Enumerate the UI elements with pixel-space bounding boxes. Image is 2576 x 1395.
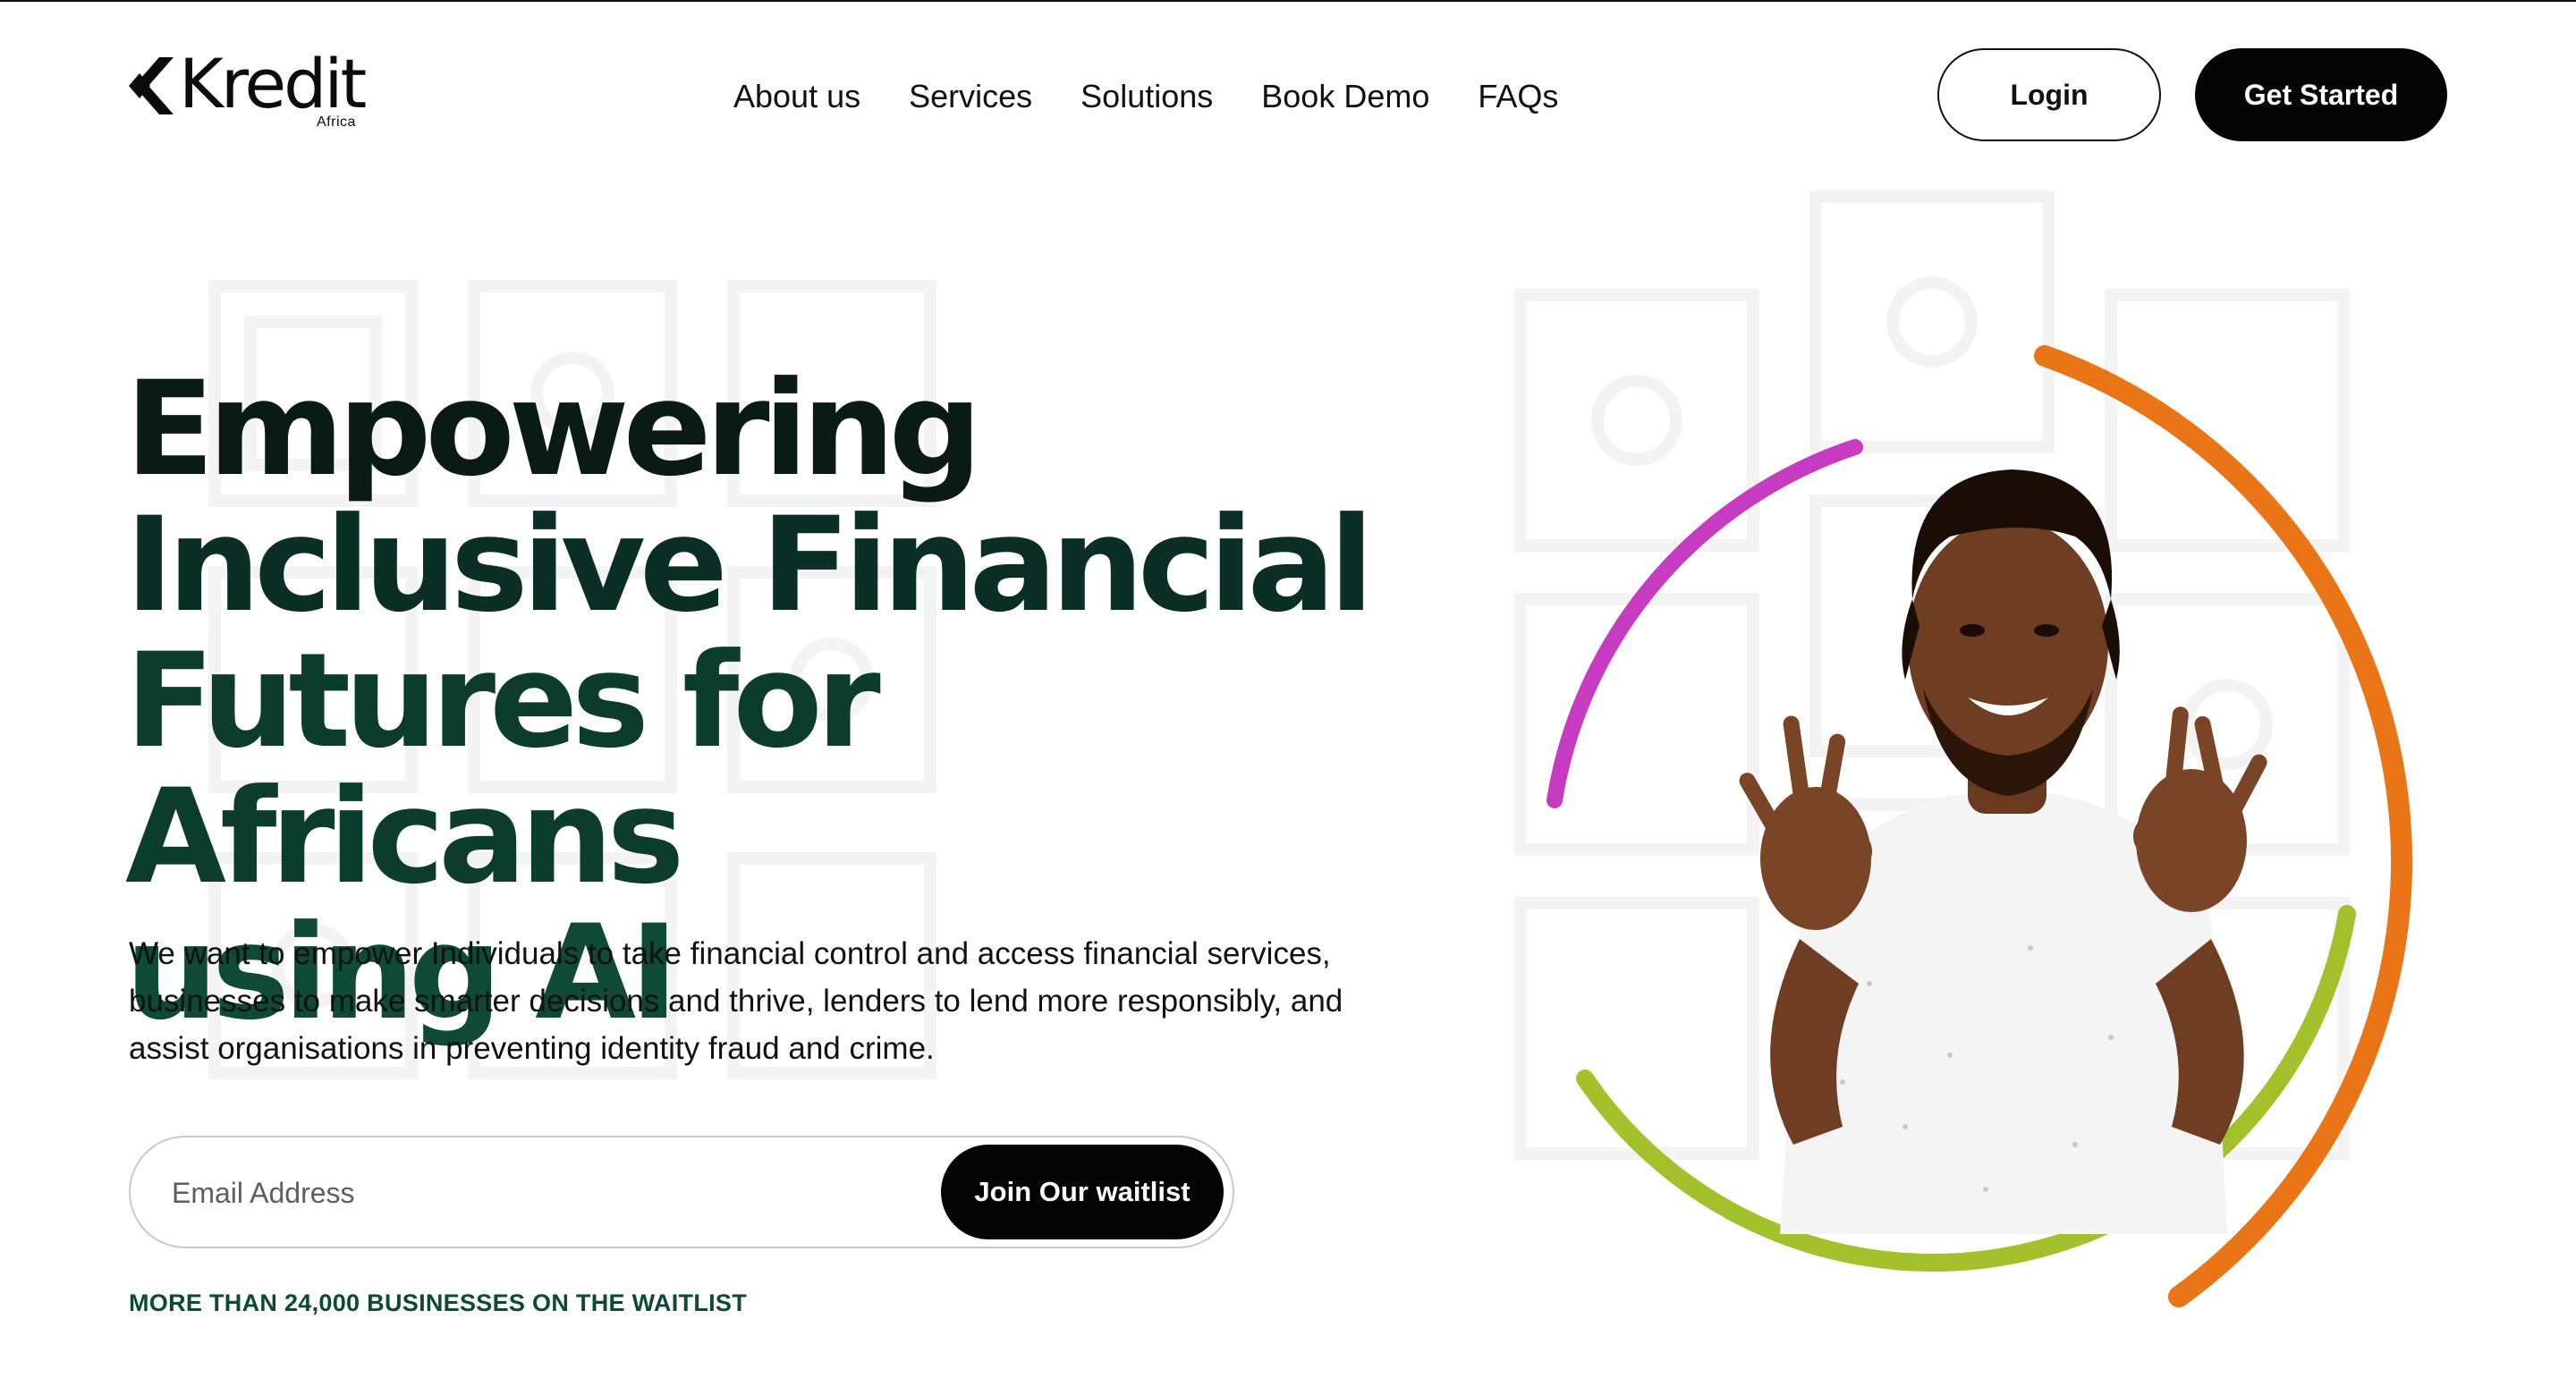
join-waitlist-button[interactable]: Join Our waitlist xyxy=(941,1145,1224,1239)
waitlist-form: Join Our waitlist xyxy=(129,1136,1234,1248)
hero-illustration xyxy=(1546,345,2413,1307)
headline-line-1: Empowering xyxy=(125,353,982,505)
headline-line-3: Futures for Africans xyxy=(125,625,881,913)
login-button[interactable]: Login xyxy=(1937,48,2161,141)
email-input[interactable] xyxy=(170,1162,871,1223)
chevron-logo-icon xyxy=(129,57,174,114)
hero-description: We want to empower Individuals to take f… xyxy=(129,936,1343,1066)
nav-solutions[interactable]: Solutions xyxy=(1080,77,1213,116)
headline-line-2: Inclusive Financial xyxy=(125,489,1374,641)
brand-logo[interactable]: Kredit Africa xyxy=(129,48,379,138)
nav-about-us[interactable]: About us xyxy=(733,77,860,116)
nav-services[interactable]: Services xyxy=(909,77,1032,116)
main-menu: About us Services Solutions Book Demo FA… xyxy=(733,77,1558,116)
top-navigation: Kredit Africa About us Services Solution… xyxy=(0,0,2576,179)
nav-book-demo[interactable]: Book Demo xyxy=(1261,77,1429,116)
waitlist-count-note: MORE THAN 24,000 BUSINESSES ON THE WAITL… xyxy=(129,1289,748,1316)
nav-faqs[interactable]: FAQs xyxy=(1478,77,1558,116)
get-started-button[interactable]: Get Started xyxy=(2195,48,2447,141)
magenta-arc xyxy=(1546,439,1863,808)
person-photo xyxy=(1739,469,2267,1234)
brand-name: Kredit xyxy=(179,44,367,123)
brand-subtitle: Africa xyxy=(317,114,356,130)
